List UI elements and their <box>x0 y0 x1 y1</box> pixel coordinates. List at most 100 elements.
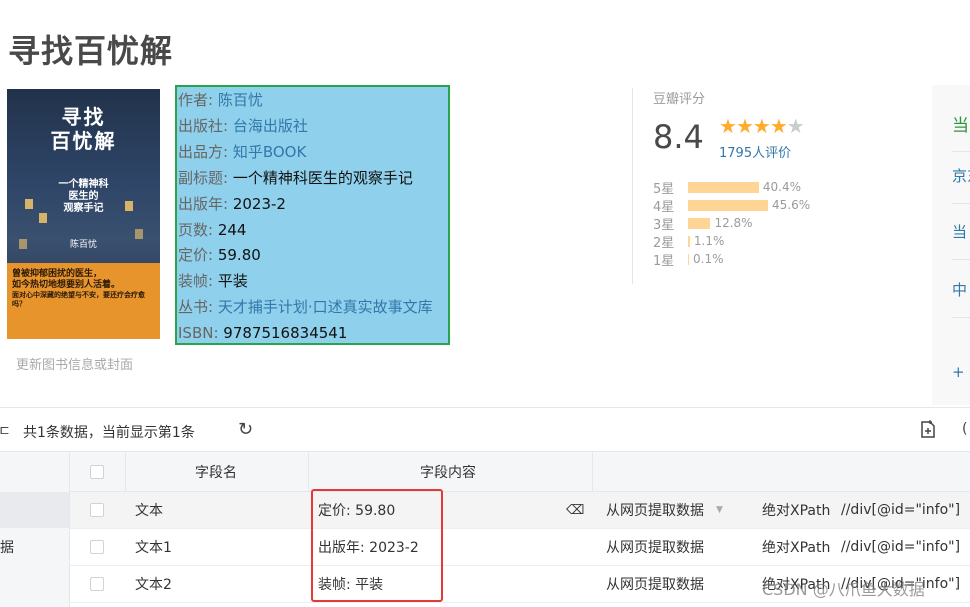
rating-star-label: 2星 <box>653 235 675 251</box>
rating-stars: ★★★★★ <box>719 114 805 138</box>
source-select[interactable]: 从网页提取数据 ▼ <box>606 492 723 528</box>
column-header-field-name: 字段名 <box>195 464 237 481</box>
info-label: 出版年: <box>178 194 229 213</box>
record-count: 共1条数据，当前显示第1条 <box>23 425 195 441</box>
info-label: 页数: <box>178 220 214 239</box>
buy-item[interactable]: 当 <box>952 111 969 136</box>
info-row: 定价: 59.80 <box>178 243 448 269</box>
field-name[interactable]: 文本 <box>135 492 163 528</box>
info-row: 副标题: 一个精神科医生的观察手记 <box>178 166 448 192</box>
chevron-down-icon[interactable]: ▼ <box>716 505 723 515</box>
field-name[interactable]: 文本2 <box>135 566 172 602</box>
watermark: CSDN @八爪鱼大数据 <box>762 580 925 599</box>
star-icon: ★ <box>786 114 805 138</box>
info-value: 9787516834541 <box>223 324 348 343</box>
cover-title: 寻找 百忧解 <box>50 105 117 153</box>
rating-label: 豆瓣评分 <box>653 92 706 107</box>
info-value-link[interactable]: 陈百忧 <box>218 91 263 109</box>
row-checkbox[interactable] <box>90 577 104 591</box>
rating-bar <box>688 253 689 265</box>
rating-percent: 45.6% <box>772 198 811 212</box>
rating-percent: 12.8% <box>714 216 753 230</box>
info-row: 出品方: 知乎BOOK <box>178 140 448 166</box>
rating-bar-row: 2星 1.1% <box>653 232 810 251</box>
book-title: 寻找百忧解 <box>8 32 174 70</box>
table-row[interactable]: 文本1 出版年: 2023-2 从网页提取数据 绝对XPath//div[@id="i… <box>70 529 970 566</box>
star-icon: ★ <box>769 114 788 138</box>
rating-bar <box>688 181 759 193</box>
buy-item[interactable]: 当 <box>952 221 967 242</box>
panel-toolbar: ㄷ 共1条数据，当前显示第1条 ↻ ( <box>0 408 970 452</box>
rating-panel: 豆瓣评分 8.4 ★★★★★ 1795人评价 5星 40.4% 4星 45.6% 3星 1… <box>632 88 922 284</box>
highlight-box <box>311 489 443 602</box>
table-row[interactable]: 文本 定价: 59.80 ⌫ 从网页提取数据 ▼ 绝对XPath//div[@id="in… <box>70 492 970 529</box>
source-select-value: 从网页提取数据 <box>606 503 704 519</box>
info-label: 作者: <box>178 91 214 109</box>
xpath-value[interactable]: //div[@id="info"] <box>841 529 960 565</box>
xpath-type[interactable]: 绝对XPath <box>762 529 830 565</box>
column-header-field-content: 字段内容 <box>420 464 476 481</box>
xpath-type[interactable]: 绝对XPath <box>762 492 830 528</box>
info-value: 一个精神科医生的观察手记 <box>232 168 413 187</box>
buy-item[interactable]: + 加 <box>952 361 970 382</box>
row-checkbox-cell[interactable] <box>90 492 104 528</box>
field-name[interactable]: 文本1 <box>135 529 172 565</box>
info-value-link[interactable]: 知乎BOOK <box>233 143 306 161</box>
rating-star-label: 4星 <box>653 199 675 215</box>
info-value: 平装 <box>217 272 248 291</box>
star-icon: ★ <box>735 114 754 138</box>
left-tab-label[interactable]: 据 <box>0 537 14 557</box>
left-tab-column: 据 <box>0 452 70 607</box>
info-row: 丛书: 天才捕手计划·口述真实故事文库 <box>178 295 448 321</box>
source-select[interactable]: 从网页提取数据 <box>606 529 704 565</box>
collapse-icon[interactable]: ㄷ <box>0 421 11 441</box>
info-row: ISBN: 9787516834541 <box>178 321 448 347</box>
buy-panel: 当 京东 当 中 + 加 <box>932 85 970 405</box>
info-row: 出版社: 台海出版社 <box>178 114 448 140</box>
rating-star-label: 1星 <box>653 253 675 269</box>
rating-score: 8.4 <box>653 118 704 156</box>
book-info-panel: 作者: 陈百忧 出版社: 台海出版社 出品方: 知乎BOOK 副标题: 一个精神科医生… <box>175 85 450 345</box>
rating-star-label: 5星 <box>653 181 675 197</box>
row-checkbox[interactable] <box>90 540 104 554</box>
info-value: 244 <box>217 220 247 239</box>
table-header: 字段名 字段内容 <box>70 452 970 492</box>
book-cover[interactable]: 寻找 百忧解 一个精神科 医生的 观察手记 陈百忧 曾被抑郁困扰的医生， 如今热… <box>7 89 160 339</box>
rating-bar-row: 4星 45.6% <box>653 196 811 215</box>
source-select-value: 从网页提取数据 <box>606 577 704 593</box>
add-field-icon[interactable] <box>918 419 936 439</box>
info-row: 作者: 陈百忧 <box>178 88 448 114</box>
info-value-link[interactable]: 天才捕手计划·口述真实故事文库 <box>218 298 433 316</box>
info-value-link[interactable]: 台海出版社 <box>233 117 308 135</box>
left-tab-selected[interactable] <box>0 492 69 528</box>
row-checkbox-cell[interactable] <box>90 566 104 602</box>
select-all-checkbox[interactable] <box>90 464 104 479</box>
update-book-info-link[interactable]: 更新图书信息或封面 <box>16 354 133 373</box>
info-row: 装帧: 平装 <box>178 269 448 295</box>
rating-count-link[interactable]: 1795人评价 <box>719 142 791 161</box>
info-label: 定价: <box>178 246 214 265</box>
info-value: 59.80 <box>217 246 261 265</box>
row-checkbox-cell[interactable] <box>90 529 104 565</box>
rating-bar-row: 1星 0.1% <box>653 250 810 269</box>
xpath-value[interactable]: //div[@id="info"] <box>841 492 960 528</box>
info-label: 丛书: <box>178 298 214 317</box>
buy-item[interactable]: 中 <box>952 279 967 300</box>
info-label: 出版社: <box>178 116 229 135</box>
info-row: 页数: 244 <box>178 218 448 244</box>
rating-star-label: 3星 <box>653 217 675 233</box>
source-select[interactable]: 从网页提取数据 <box>606 566 704 602</box>
row-checkbox[interactable] <box>90 503 104 517</box>
rating-percent: 0.1% <box>693 252 724 266</box>
buy-item[interactable]: 京东 <box>952 165 970 186</box>
rating-bar <box>688 217 711 229</box>
info-value: 2023-2 <box>232 194 286 213</box>
eraser-icon[interactable]: ⌫ <box>566 492 584 528</box>
rating-percent: 40.4% <box>762 180 801 194</box>
refresh-icon[interactable]: ↻ <box>238 419 253 440</box>
rating-bar-row: 5星 40.4% <box>653 178 810 197</box>
star-icon: ★ <box>752 114 771 138</box>
more-icon[interactable]: ( <box>962 421 967 437</box>
cover-band: 曾被抑郁困扰的医生， 如今热切地想要别人活着。 面对心中深藏的绝望与不安，要还疗… <box>7 263 160 339</box>
rating-percent: 1.1% <box>693 234 725 248</box>
